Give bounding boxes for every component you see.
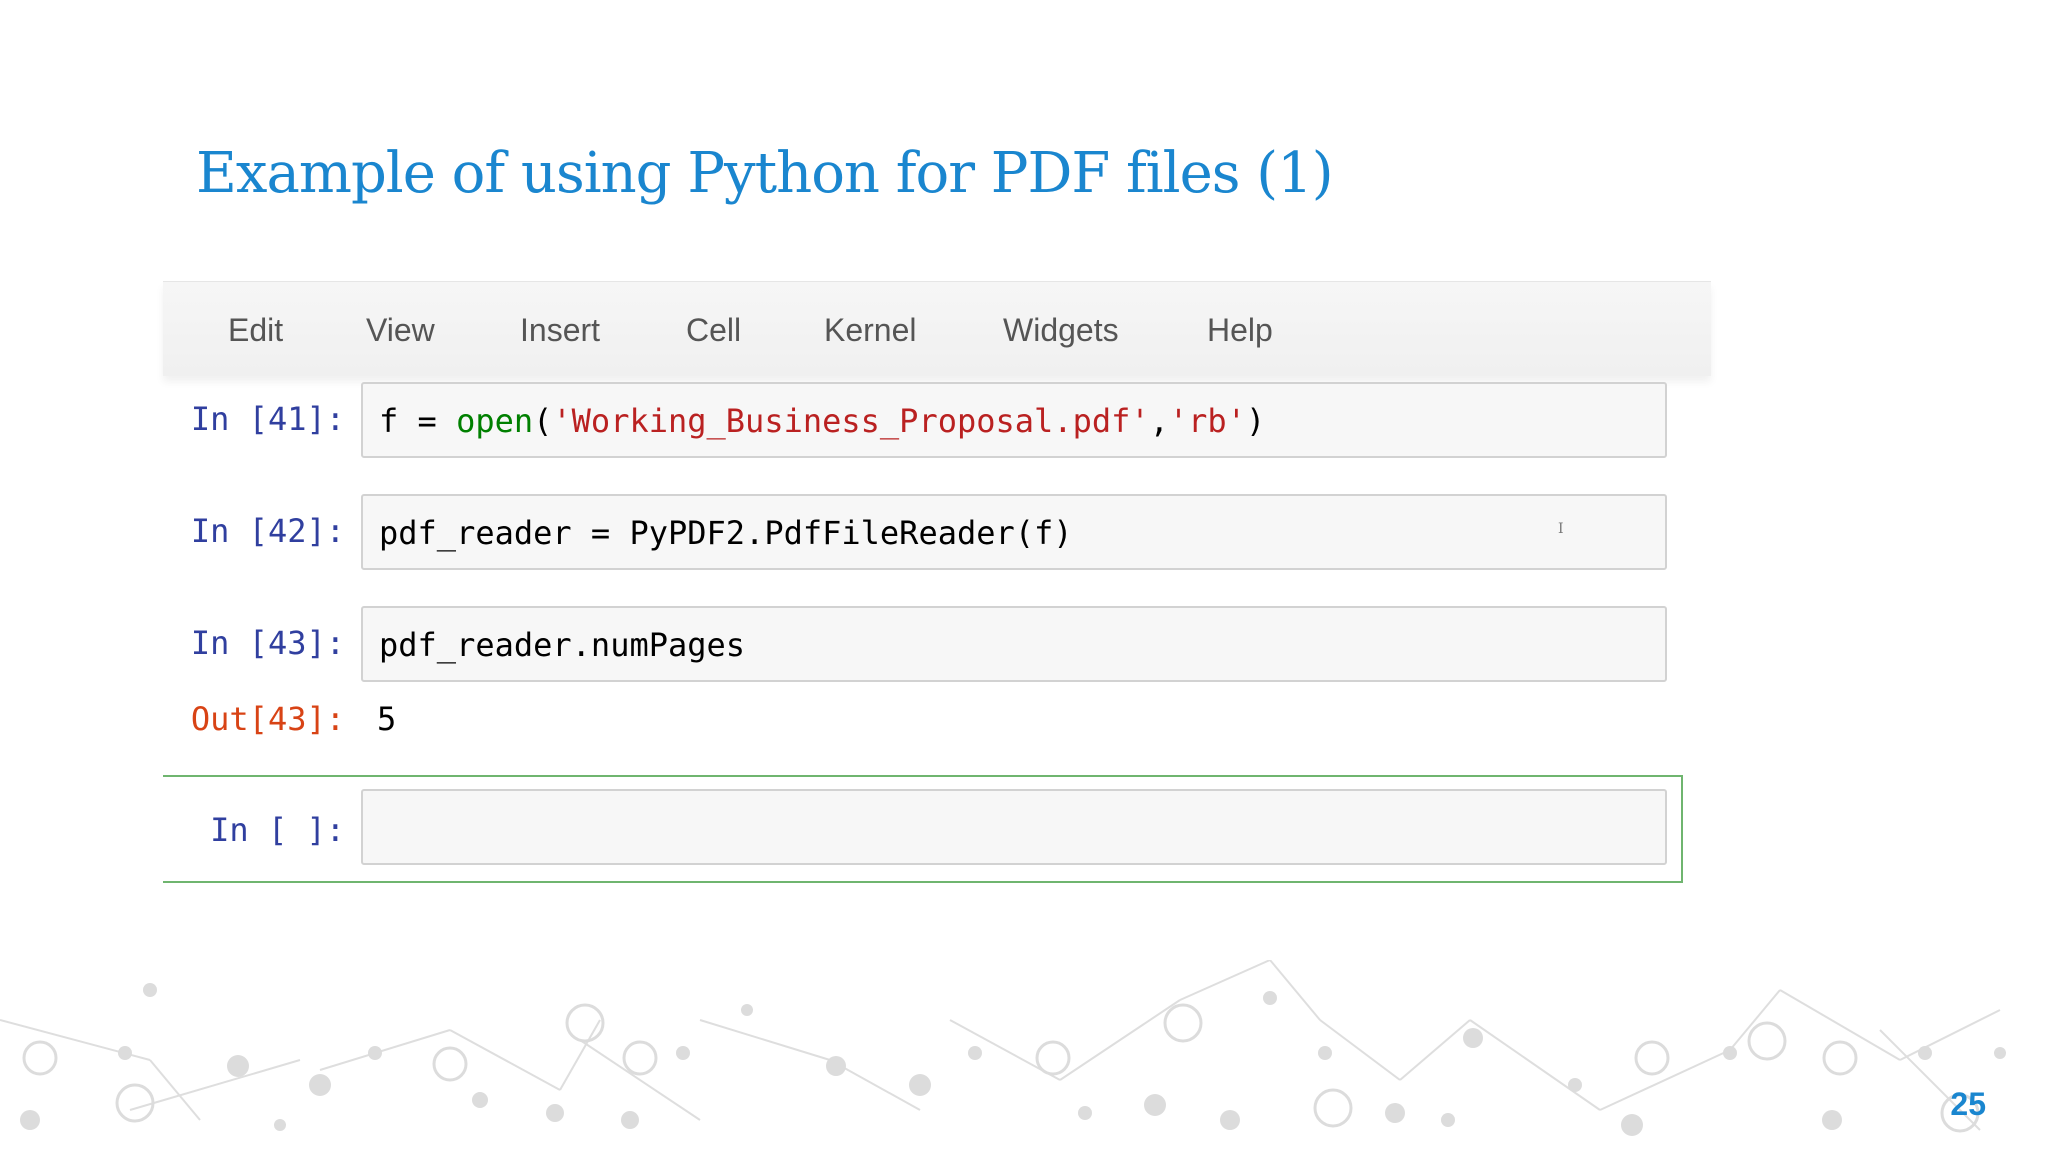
menu-edit[interactable]: Edit	[228, 312, 283, 349]
page-number: 25	[1950, 1086, 1986, 1122]
input-prompt: In [42]:	[190, 512, 345, 550]
code-cell-42: In [42]: pdf_reader = PyPDF2.PdfFileRead…	[163, 492, 1711, 572]
menu-widgets[interactable]: Widgets	[1003, 312, 1119, 349]
input-prompt: In [ ]:	[210, 811, 345, 849]
menu-insert[interactable]: Insert	[520, 312, 600, 349]
menu-kernel[interactable]: Kernel	[824, 312, 917, 349]
code-text: pdf_reader = PyPDF2.PdfFileReader(f)	[379, 514, 1073, 552]
text-cursor-icon: I	[1558, 521, 1564, 537]
input-prompt: In [43]:	[190, 624, 345, 662]
code-input-43[interactable]: pdf_reader.numPages	[361, 606, 1667, 682]
menu-help[interactable]: Help	[1207, 312, 1273, 349]
network-pattern-decoration	[0, 960, 2006, 1136]
empty-code-input[interactable]	[361, 789, 1667, 865]
input-prompt: In [41]:	[190, 400, 345, 438]
selected-empty-cell[interactable]: In [ ]:	[163, 775, 1683, 883]
code-input-42[interactable]: pdf_reader = PyPDF2.PdfFileReader(f)	[361, 494, 1667, 570]
cell-output: 5	[377, 700, 397, 738]
code-input-41[interactable]: f = open('Working_Business_Proposal.pdf'…	[361, 382, 1667, 458]
code-text: pdf_reader.numPages	[379, 626, 746, 664]
jupyter-notebook: Edit View Insert Cell Kernel Widgets Hel…	[163, 281, 1711, 921]
code-cell-41: In [41]: f = open('Working_Business_Prop…	[163, 380, 1711, 460]
menu-cell[interactable]: Cell	[686, 312, 741, 349]
code-text: f = open('Working_Business_Proposal.pdf'…	[379, 402, 1266, 440]
menu-view[interactable]: View	[366, 312, 435, 349]
slide-title: Example of using Python for PDF files (1…	[196, 141, 1334, 206]
notebook-menubar: Edit View Insert Cell Kernel Widgets Hel…	[163, 281, 1711, 376]
code-cell-43: In [43]: pdf_reader.numPages Out[43]: 5	[163, 604, 1711, 754]
output-prompt: Out[43]:	[190, 700, 345, 738]
